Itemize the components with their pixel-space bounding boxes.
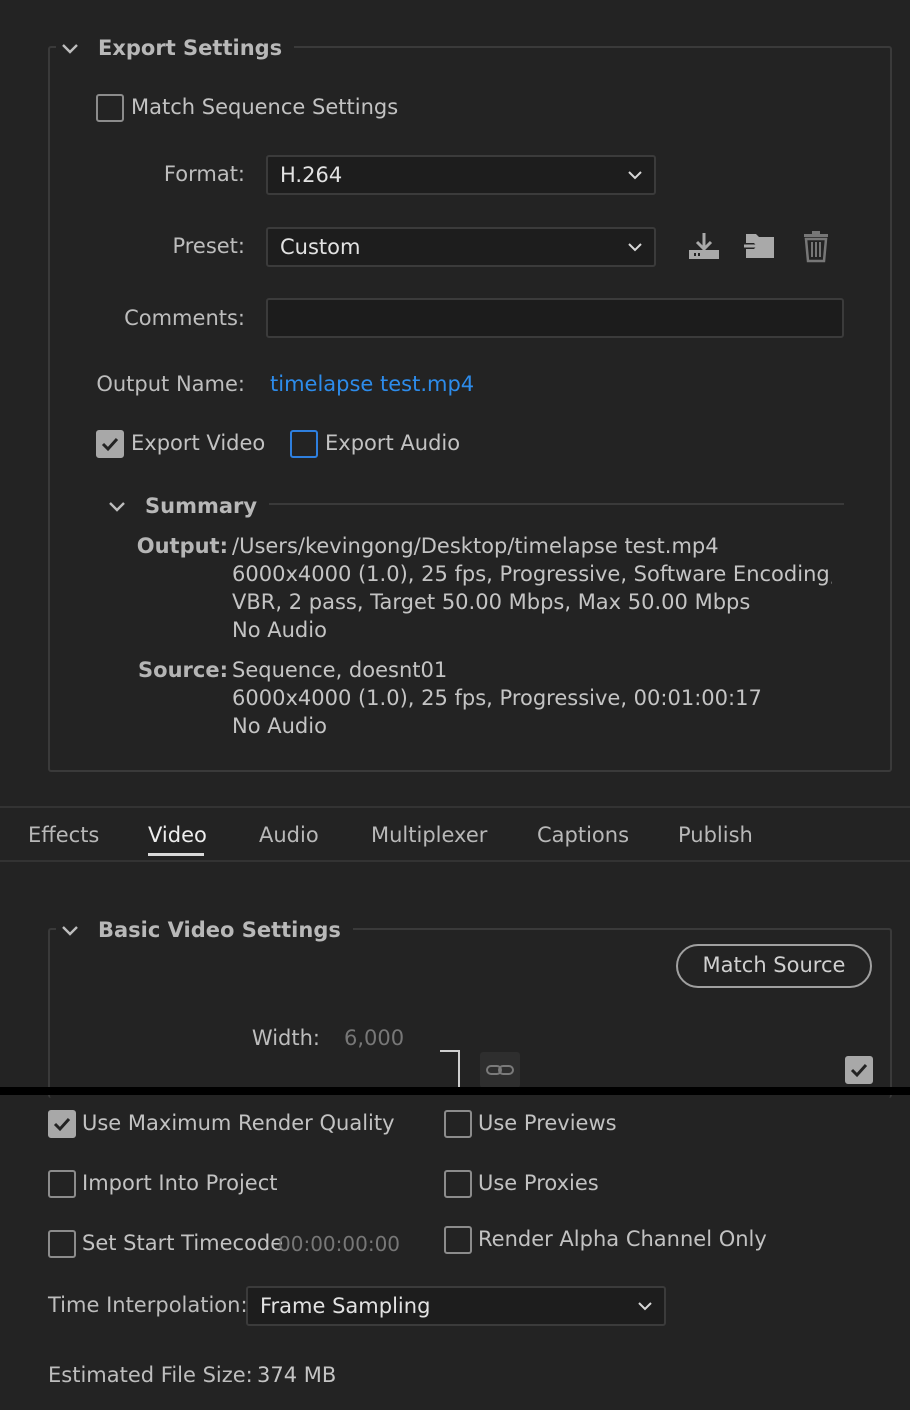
comments-label: Comments: — [124, 306, 245, 330]
chevron-down-icon[interactable] — [103, 492, 131, 520]
save-preset-icon[interactable] — [686, 228, 722, 264]
summary-output-key: Output: — [136, 534, 228, 558]
preset-label: Preset: — [172, 234, 245, 258]
time-interpolation-value: Frame Sampling — [260, 1294, 431, 1318]
preset-select[interactable]: Custom — [266, 227, 656, 267]
format-label: Format: — [163, 162, 245, 186]
checkmark-icon — [53, 1117, 71, 1132]
summary-header[interactable]: Summary — [103, 490, 270, 522]
summary-source-key: Source: — [138, 658, 228, 682]
chevron-down-icon[interactable] — [56, 916, 84, 944]
tab-audio[interactable]: Audio — [259, 823, 319, 847]
match-source-button[interactable]: Match Source — [676, 944, 872, 988]
export-settings-header[interactable]: Export Settings — [56, 32, 295, 64]
tab-publish[interactable]: Publish — [678, 823, 753, 847]
set-start-timecode-checkbox[interactable] — [48, 1230, 76, 1258]
render-alpha-label: Render Alpha Channel Only — [478, 1227, 767, 1251]
export-settings-title: Export Settings — [98, 36, 283, 60]
tab-video-underline — [148, 853, 204, 856]
comments-input[interactable] — [266, 298, 844, 338]
tab-effects[interactable]: Effects — [28, 823, 99, 847]
use-max-render-label: Use Maximum Render Quality — [82, 1111, 395, 1135]
format-select[interactable]: H.264 — [266, 155, 656, 195]
delete-preset-icon[interactable] — [798, 228, 834, 264]
summary-title: Summary — [145, 494, 258, 518]
time-interpolation-label: Time Interpolation: — [48, 1293, 248, 1317]
match-sequence-checkbox[interactable] — [96, 94, 124, 122]
use-max-render-checkbox[interactable] — [48, 1110, 76, 1138]
chevron-down-icon — [628, 243, 642, 252]
basic-video-header[interactable]: Basic Video Settings — [56, 914, 353, 946]
summary-output-line: /Users/kevingong/Desktop/timelapse test.… — [232, 534, 719, 558]
tab-video[interactable]: Video — [148, 823, 207, 847]
output-name-label: Output Name: — [96, 372, 245, 396]
use-previews-checkbox[interactable] — [444, 1110, 472, 1138]
start-timecode-value[interactable]: 00:00:00:00 — [278, 1232, 400, 1256]
use-proxies-label: Use Proxies — [478, 1171, 599, 1195]
chevron-down-icon — [638, 1302, 652, 1311]
output-name-link[interactable]: timelapse test.mp4 — [270, 372, 474, 396]
export-video-checkbox[interactable] — [96, 430, 124, 458]
export-audio-label: Export Audio — [325, 431, 461, 455]
summary-divider — [262, 503, 844, 505]
summary-output-line: VBR, 2 pass, Target 50.00 Mbps, Max 50.0… — [232, 590, 751, 614]
use-proxies-checkbox[interactable] — [444, 1170, 472, 1198]
width-label: Width: — [251, 1026, 320, 1050]
tab-captions[interactable]: Captions — [537, 823, 629, 847]
panel-divider — [0, 1087, 910, 1095]
preset-value: Custom — [280, 235, 361, 259]
link-dimensions-icon[interactable] — [480, 1052, 520, 1088]
format-value: H.264 — [280, 163, 343, 187]
estimated-file-size-value: 374 MB — [257, 1363, 337, 1387]
import-into-project-label: Import Into Project — [82, 1171, 278, 1195]
link-bracket — [440, 1050, 460, 1090]
checkmark-icon — [850, 1063, 868, 1078]
summary-source-line: 6000x4000 (1.0), 25 fps, Progressive, 00… — [232, 686, 762, 710]
import-into-project-checkbox[interactable] — [48, 1170, 76, 1198]
render-alpha-checkbox[interactable] — [444, 1226, 472, 1254]
summary-output-line: No Audio — [232, 618, 327, 642]
match-sequence-label: Match Sequence Settings — [131, 95, 399, 119]
summary-source-line: Sequence, doesnt01 — [232, 658, 448, 682]
summary-source-line: No Audio — [232, 714, 327, 738]
export-audio-checkbox[interactable] — [290, 430, 318, 458]
basic-video-checkbox[interactable] — [845, 1056, 873, 1084]
import-preset-icon[interactable] — [742, 228, 778, 264]
tab-multiplexer[interactable]: Multiplexer — [371, 823, 487, 847]
width-value[interactable]: 6,000 — [344, 1026, 404, 1050]
chevron-down-icon[interactable] — [56, 34, 84, 62]
estimated-file-size-label: Estimated File Size: — [48, 1363, 253, 1387]
checkmark-icon — [101, 437, 119, 452]
use-previews-label: Use Previews — [478, 1111, 617, 1135]
chevron-down-icon — [628, 171, 642, 180]
summary-output-line: 6000x4000 (1.0), 25 fps, Progressive, So… — [232, 562, 832, 586]
time-interpolation-select[interactable]: Frame Sampling — [246, 1286, 666, 1326]
export-video-label: Export Video — [131, 431, 266, 455]
set-start-timecode-label: Set Start Timecode — [82, 1231, 284, 1255]
basic-video-title: Basic Video Settings — [98, 918, 341, 942]
